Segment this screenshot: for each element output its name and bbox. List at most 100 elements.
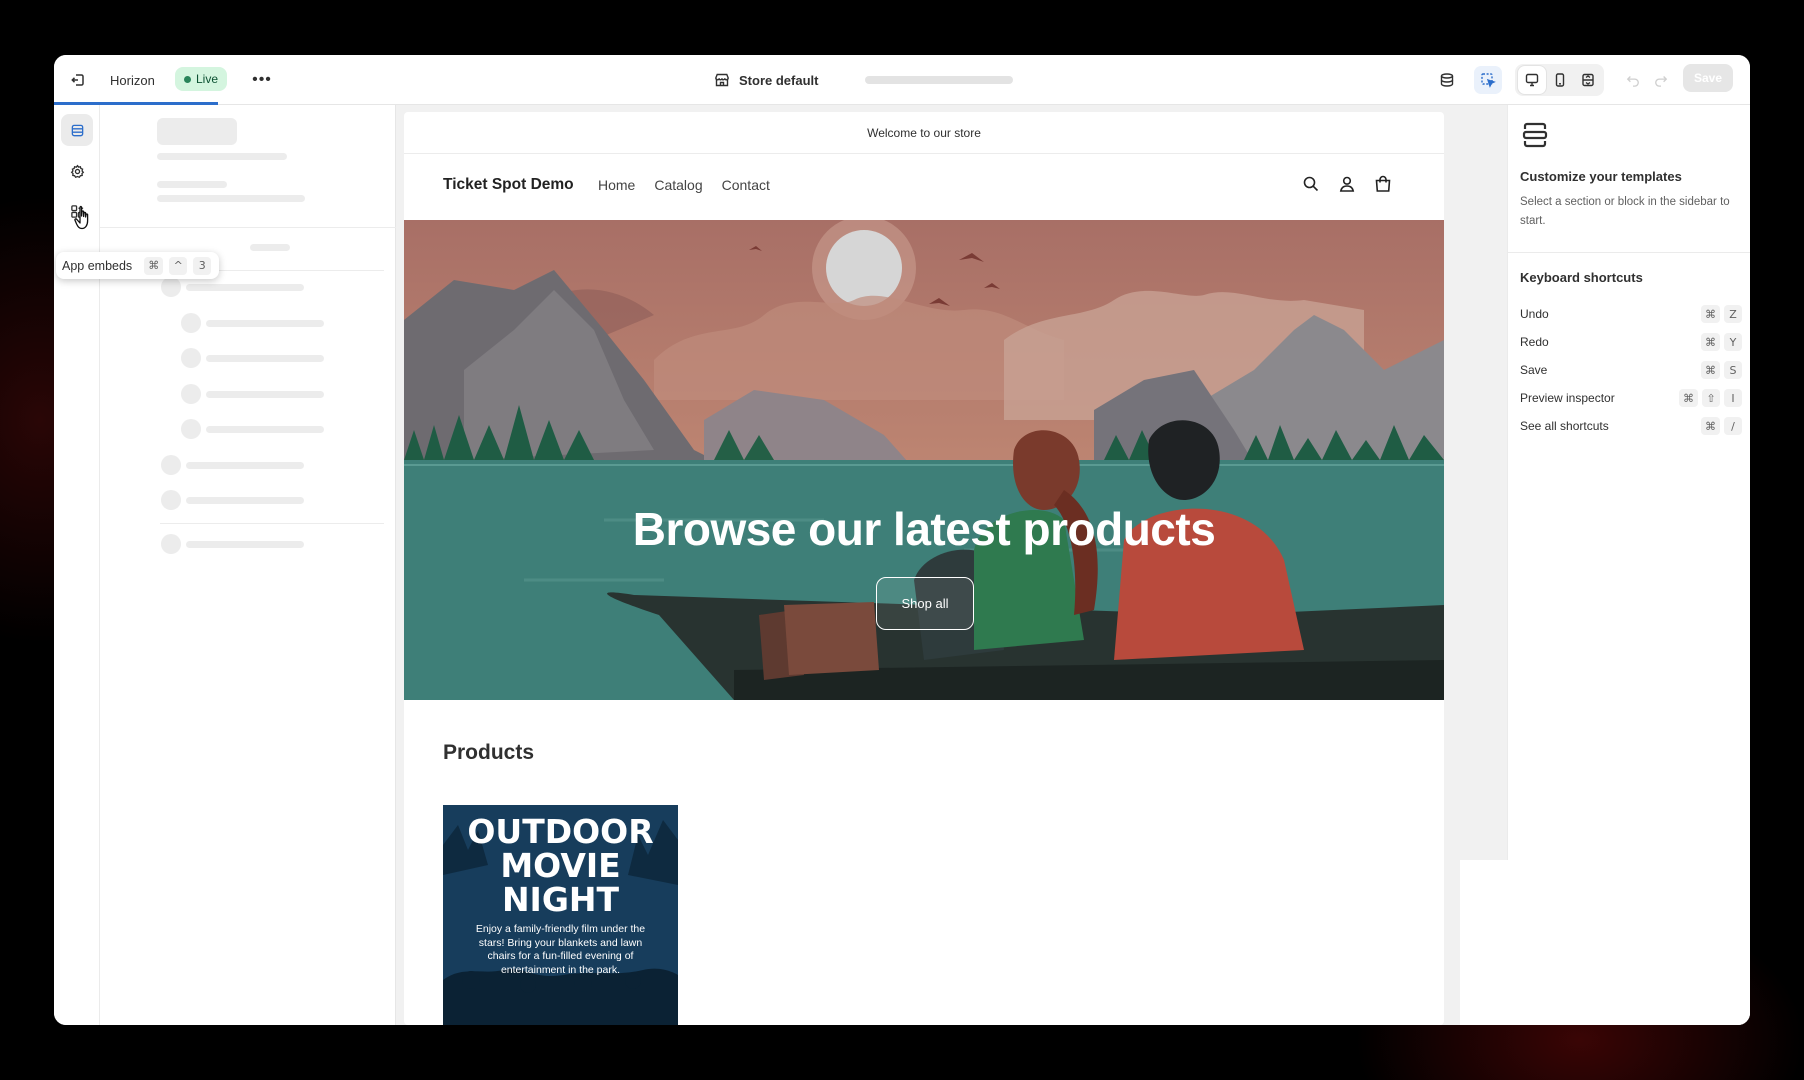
product-card-title: OUTDOOR MOVIE NIGHT	[443, 815, 678, 917]
skeleton-line	[186, 541, 304, 548]
announcement-bar: Welcome to our store	[404, 112, 1444, 154]
skeleton-avatar	[161, 277, 181, 297]
shortcut-key: ⌘	[1701, 305, 1720, 323]
exit-button[interactable]	[62, 55, 94, 105]
skeleton-avatar	[181, 419, 201, 439]
search-icon[interactable]	[1302, 175, 1320, 193]
skeleton-divider	[100, 227, 396, 228]
shortcut-label: Preview inspector	[1520, 391, 1615, 405]
keyboard-shortcuts-title: Keyboard shortcuts	[1520, 270, 1643, 285]
blank-overlay-region	[1460, 860, 1750, 1025]
inspector-select-icon	[1481, 73, 1496, 88]
store-icon	[715, 73, 729, 87]
hero-banner[interactable]: Browse our latest products Shop all	[404, 220, 1444, 700]
header-icons	[1302, 175, 1392, 193]
skeleton-divider	[160, 523, 384, 524]
skeleton-line	[206, 355, 324, 362]
theme-database-button[interactable]	[1433, 66, 1461, 94]
product-card[interactable]: OUTDOOR MOVIE NIGHT Enjoy a family-frien…	[443, 805, 678, 1025]
skeleton-line	[186, 497, 304, 504]
undo-icon	[1626, 76, 1639, 87]
desktop-view-button[interactable]	[1518, 66, 1546, 94]
skeleton-title	[157, 118, 237, 145]
shortcut-key: ⇧	[1702, 389, 1720, 407]
shortcut-key: /	[1724, 417, 1742, 435]
panel-divider	[1508, 252, 1750, 253]
store-logo[interactable]: Ticket Spot Demo	[443, 176, 574, 194]
store-header: Ticket Spot Demo Home Catalog Contact	[404, 154, 1444, 220]
shortcut-label: See all shortcuts	[1520, 419, 1609, 433]
theme-settings-rail-button[interactable]	[61, 155, 93, 187]
skeleton-avatar	[181, 313, 201, 333]
skeleton-line	[186, 462, 304, 469]
save-button[interactable]: Save	[1683, 64, 1733, 92]
skeleton-avatar	[161, 534, 181, 554]
account-icon[interactable]	[1338, 175, 1356, 193]
shortcut-key: S	[1724, 361, 1742, 379]
mobile-view-button[interactable]	[1546, 66, 1574, 94]
fullscreen-icon	[1582, 73, 1594, 87]
theme-editor-window: Horizon Live ••• Store default Save App …	[54, 55, 1750, 1025]
database-icon	[1440, 73, 1454, 87]
nav-link-catalog[interactable]: Catalog	[654, 177, 702, 193]
skeleton-line	[206, 426, 324, 433]
shortcut-key: ⌘	[1701, 333, 1720, 351]
redo-button[interactable]	[1647, 66, 1675, 94]
products-section-title: Products	[443, 741, 535, 764]
skeleton-line	[157, 181, 227, 188]
nav-link-contact[interactable]: Contact	[722, 177, 770, 193]
store-preview-frame: Welcome to our store Ticket Spot Demo Ho…	[404, 112, 1444, 1025]
skeleton-avatar	[161, 455, 181, 475]
shortcut-row-undo: Undo ⌘ Z	[1520, 303, 1742, 325]
product-title-line-2: MOVIE	[500, 846, 621, 885]
inspector-toggle-button[interactable]	[1474, 66, 1502, 94]
store-preview-area: Welcome to our store Ticket Spot Demo Ho…	[396, 105, 1507, 1025]
exit-icon	[71, 74, 84, 86]
redo-icon	[1655, 76, 1668, 87]
tooltip-key-3: 3	[193, 256, 212, 275]
shortcut-label: Redo	[1520, 335, 1549, 349]
skeleton-line	[157, 153, 287, 160]
shortcut-key: Z	[1724, 305, 1742, 323]
shortcut-row-redo: Redo ⌘ Y	[1520, 331, 1742, 353]
shop-all-button[interactable]: Shop all	[876, 577, 974, 630]
live-badge-label: Live	[196, 72, 219, 86]
desktop-icon	[1525, 73, 1539, 87]
tooltip-label: App embeds	[62, 258, 133, 273]
store-nav: Home Catalog Contact	[598, 177, 770, 193]
product-title-line-3: NIGHT	[501, 880, 620, 919]
templates-icon	[1522, 122, 1548, 148]
product-title-line-1: OUTDOOR	[467, 812, 654, 851]
tooltip-key-cmd: ⌘	[144, 256, 164, 275]
shortcut-row-preview-inspector: Preview inspector ⌘ ⇧ I	[1520, 387, 1742, 409]
shortcut-key: ⌘	[1701, 361, 1720, 379]
skeleton-avatar	[181, 348, 201, 368]
full-width-view-button[interactable]	[1574, 66, 1602, 94]
sections-rail-button[interactable]	[61, 114, 93, 146]
shortcut-label: Save	[1520, 363, 1548, 377]
cart-bag-icon[interactable]	[1374, 175, 1392, 193]
editor-topbar: Horizon Live ••• Store default Save	[54, 55, 1750, 105]
skeleton-avatar	[181, 384, 201, 404]
sections-panel-loading	[100, 105, 396, 1025]
mobile-icon	[1555, 73, 1565, 87]
app-embeds-tooltip: App embeds ⌘ ^ 3	[56, 252, 220, 279]
undo-button[interactable]	[1619, 66, 1647, 94]
store-template-selector[interactable]: Store default	[714, 55, 818, 105]
tooltip-key-ctrl: ^	[169, 256, 188, 275]
loading-placeholder-bar	[865, 76, 1013, 84]
shortcut-label: Undo	[1520, 307, 1549, 321]
skeleton-avatar	[161, 490, 181, 510]
shortcut-key: ⌘	[1701, 417, 1720, 435]
gear-icon	[70, 164, 84, 178]
more-actions-button[interactable]: •••	[248, 55, 276, 105]
shortcut-key: ⌘	[1679, 389, 1698, 407]
skeleton-line	[206, 391, 324, 398]
store-selector-label: Store default	[739, 72, 819, 88]
sections-icon	[71, 124, 83, 136]
nav-link-home[interactable]: Home	[598, 177, 635, 193]
skeleton-line	[157, 195, 305, 202]
hero-title: Browse our latest products	[632, 503, 1216, 555]
live-dot-icon	[184, 75, 191, 83]
shortcut-key: Y	[1724, 333, 1742, 351]
